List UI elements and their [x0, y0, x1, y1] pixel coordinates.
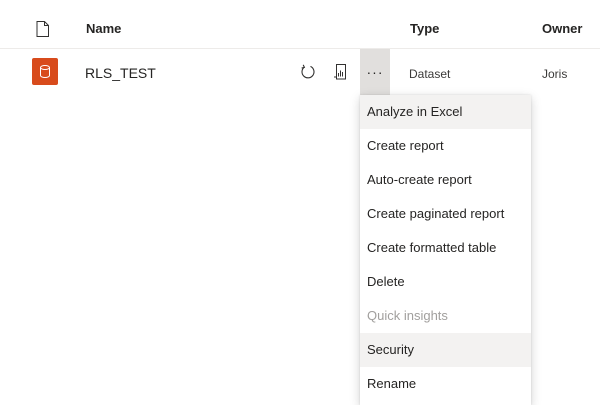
refresh-icon — [301, 64, 315, 79]
context-menu: Analyze in Excel Create report Auto-crea… — [360, 95, 531, 405]
column-header-name[interactable]: Name — [86, 22, 121, 36]
menu-item-security[interactable]: Security — [360, 333, 531, 367]
report-icon — [334, 64, 346, 80]
menu-item-create-paginated-report[interactable]: Create paginated report — [360, 197, 531, 231]
column-header-type[interactable]: Type — [410, 22, 439, 36]
menu-item-auto-create-report[interactable]: Auto-create report — [360, 163, 531, 197]
menu-item-analyze-in-excel[interactable]: Analyze in Excel — [360, 95, 531, 129]
menu-item-quick-insights: Quick insights — [367, 308, 448, 323]
list-header: Name Type Owner — [0, 0, 600, 49]
menu-item-delete[interactable]: Delete — [360, 265, 531, 299]
menu-item-create-formatted-table[interactable]: Create formatted table — [360, 231, 531, 265]
menu-item-create-report[interactable]: Create report — [360, 129, 531, 163]
menu-item-rename[interactable]: Rename — [360, 367, 531, 401]
table-row[interactable]: RLS_TEST ··· Dataset Joris — [0, 49, 600, 97]
dataset-name-link[interactable]: RLS_TEST — [85, 65, 156, 81]
more-options-button[interactable]: ··· — [360, 49, 390, 96]
create-report-button[interactable] — [330, 61, 352, 83]
row-type: Dataset — [409, 67, 451, 81]
row-owner: Joris — [542, 67, 568, 81]
dataset-icon — [32, 58, 58, 85]
file-icon — [36, 21, 49, 37]
refresh-button[interactable] — [297, 61, 319, 83]
more-options-icon: ··· — [366, 64, 384, 80]
database-icon — [40, 65, 50, 78]
column-header-owner[interactable]: Owner — [542, 22, 582, 36]
